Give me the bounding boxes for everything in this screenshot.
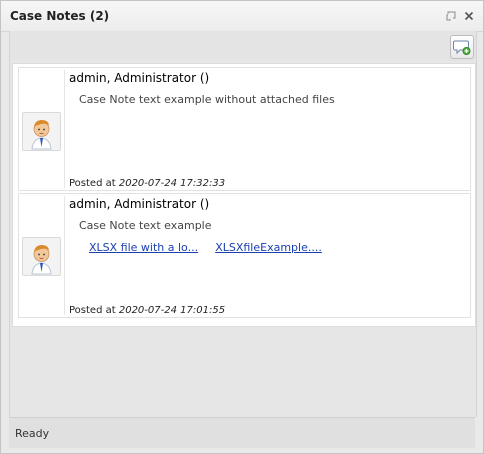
close-icon[interactable] [463,10,475,22]
avatar [22,237,61,276]
note-posted: Posted at 2020-07-24 17:32:33 [69,178,225,189]
notes-toolbar [10,31,476,61]
notes-content: admin, Administrator () Case Note text e… [9,31,477,417]
note-author: admin, Administrator () [69,197,210,211]
posted-label: Posted at [69,178,116,189]
posted-label: Posted at [69,305,116,316]
notes-list: admin, Administrator () Case Note text e… [12,63,476,327]
status-bar: Ready [9,417,475,448]
posted-timestamp: 2020-07-24 17:01:55 [118,305,226,316]
note-text: Case Note text example [79,219,212,232]
window-title: Case Notes (2) [10,9,110,23]
attachment-list: XLSX file with a lo... XLSXfileExample..… [89,236,334,255]
avatar-column [21,70,65,188]
note-author: admin, Administrator () [69,71,210,85]
add-note-button[interactable] [450,35,474,59]
attachment-link[interactable]: XLSXfileExample.... [215,241,322,254]
note-text: Case Note text example without attached … [79,93,335,106]
restore-icon[interactable] [445,10,457,22]
case-note: admin, Administrator () Case Note text e… [18,193,471,318]
status-text: Ready [15,427,50,440]
case-notes-window: Case Notes (2) admin, Administrator () C… [0,0,484,454]
avatar-column [21,196,65,315]
user-avatar-icon [31,120,52,150]
avatar [22,112,61,151]
case-note: admin, Administrator () Case Note text e… [18,67,471,191]
comment-add-icon [453,40,471,55]
attachment-link[interactable]: XLSX file with a lo... [89,241,198,254]
note-posted: Posted at 2020-07-24 17:01:55 [69,305,225,316]
user-avatar-icon [31,245,52,275]
posted-timestamp: 2020-07-24 17:32:33 [118,178,226,189]
window-titlebar[interactable]: Case Notes (2) [1,1,483,32]
